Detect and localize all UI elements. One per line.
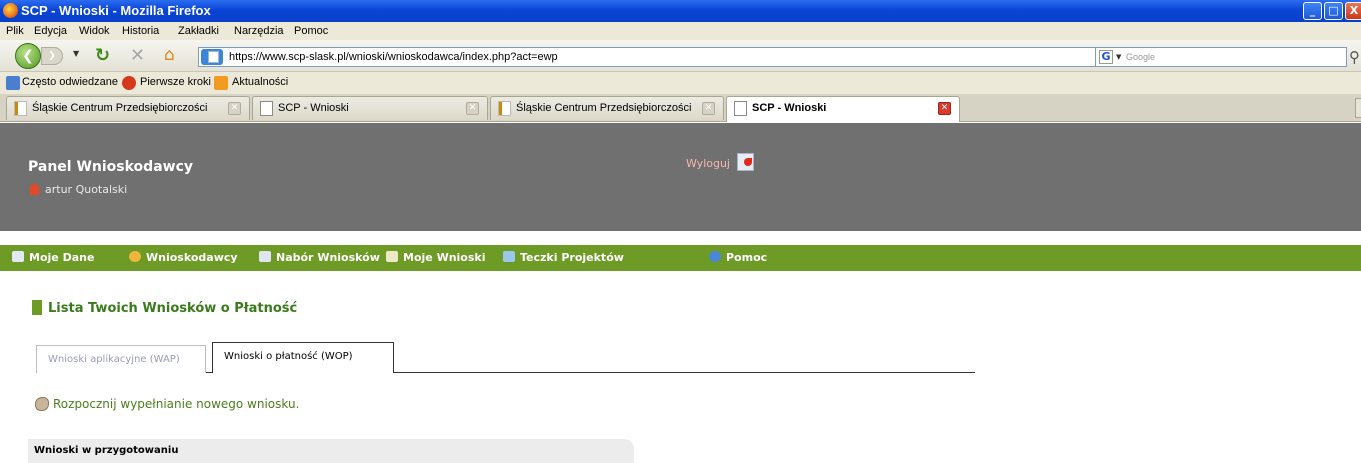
history-dropdown-icon[interactable]: ▼ (73, 49, 79, 58)
tab-scroll-edge (1355, 98, 1361, 118)
minimize-button[interactable]: _ (1303, 2, 1322, 20)
window-title: SCP - Wnioski - Mozilla Firefox (21, 3, 211, 18)
window-title-bar: SCP - Wnioski - Mozilla Firefox _ □ X (0, 0, 1361, 22)
menu-pomoc[interactable]: Pomoc (294, 25, 328, 37)
page-title: Panel Wnioskodawcy (28, 159, 194, 175)
user-name: artur Quotalski (45, 183, 128, 196)
bookmark-news[interactable]: Aktualności (232, 76, 288, 88)
menu-narzedzia[interactable]: Narzędzia (234, 25, 284, 37)
tab-scp-wnioski-active[interactable]: SCP - Wnioski ✕ (726, 96, 960, 122)
menu-widok[interactable]: Widok (79, 25, 110, 37)
edit-document-icon (386, 251, 398, 262)
nav-my-applications[interactable]: Moje Wnioski (386, 251, 486, 264)
tab-label: SCP - Wnioski (752, 102, 827, 114)
search-magnifier-icon[interactable]: ⚲ (1349, 48, 1360, 66)
menu-historia[interactable]: Historia (122, 25, 159, 37)
reload-icon[interactable]: ↻ (95, 45, 110, 66)
site-identity-icon[interactable] (201, 49, 223, 65)
menu-plik[interactable]: Plik (6, 25, 24, 37)
menu-edycja[interactable]: Edycja (34, 25, 67, 37)
tab-close-icon[interactable]: ✕ (702, 102, 715, 115)
url-text[interactable]: https://www.scp-slask.pl/wnioski/wniosko… (229, 51, 558, 63)
menu-zakladki[interactable]: Zakładki (178, 25, 219, 37)
tab-label: SCP - Wnioski (278, 102, 349, 114)
in-preparation-label: Wnioski w przygotowaniu (34, 445, 179, 456)
nav-call-for-applications[interactable]: Nabór Wniosków (259, 251, 380, 264)
tab-scp-centrum-2[interactable]: Śląskie Centrum Przedsiębiorczości ✕ (490, 96, 724, 120)
app-header: Panel Wnioskodawcy artur Quotalski Wylog… (0, 123, 1361, 231)
firefox-icon (3, 3, 18, 18)
tab-label: Śląskie Centrum Przedsiębiorczości (32, 102, 208, 114)
tab-label: Śląskie Centrum Przedsiębiorczości (516, 102, 692, 114)
search-input[interactable]: Google (1126, 52, 1155, 62)
user-info: artur Quotalski (28, 183, 127, 196)
in-preparation-header: Wnioski w przygotowaniu (28, 439, 634, 463)
folder-icon (503, 251, 515, 262)
bookmark-most-visited[interactable]: Często odwiedzane (22, 76, 118, 88)
tab-close-icon[interactable]: ✕ (938, 102, 951, 115)
search-bar[interactable]: G ▼ Google (1095, 47, 1347, 67)
form-icon (259, 251, 271, 262)
tab-favicon (734, 101, 747, 116)
forward-arrow-icon[interactable]: ❯ (41, 47, 63, 65)
google-engine-icon[interactable]: G (1099, 50, 1113, 64)
tab-scp-wnioski-1[interactable]: SCP - Wnioski ✕ (252, 96, 488, 120)
new-application-link[interactable]: Rozpocznij wypełnianie nowego wniosku. (35, 397, 299, 411)
navigation-toolbar: ❮ ❯ ▼ ↻ ✕ ⌂ https://www.scp-slask.pl/wni… (0, 40, 1361, 72)
logout-link[interactable]: Wyloguj (686, 157, 730, 170)
menu-bar: Plik Edycja Widok Historia Zakładki Narz… (0, 22, 1361, 40)
tab-wop[interactable]: Wnioski o płatność (WOP) (212, 342, 394, 373)
users-icon (129, 251, 141, 262)
nav-project-folders[interactable]: Teczki Projektów (503, 251, 624, 264)
nav-help[interactable]: Pomoc (709, 251, 767, 264)
help-icon (709, 251, 721, 262)
tab-wap[interactable]: Wnioski aplikacyjne (WAP) (36, 345, 206, 373)
tab-favicon (260, 101, 273, 116)
tab-scp-centrum-1[interactable]: Śląskie Centrum Przedsiębiorczości ✕ (6, 96, 250, 120)
engine-dropdown-icon[interactable]: ▼ (1116, 53, 1121, 61)
tab-close-icon[interactable]: ✕ (466, 102, 479, 115)
tab-strip: Śląskie Centrum Przedsiębiorczości ✕ SCP… (0, 94, 1361, 122)
stop-icon[interactable]: ✕ (130, 45, 145, 66)
home-icon[interactable]: ⌂ (164, 45, 175, 65)
section-marker (32, 300, 42, 315)
new-application-icon (35, 397, 49, 411)
nav-applicants[interactable]: Wnioskodawcy (129, 251, 238, 264)
logout-icon[interactable] (737, 153, 754, 171)
maximize-button[interactable]: □ (1324, 2, 1343, 20)
nav-my-data[interactable]: Moje Dane (12, 251, 94, 264)
firefox-start-icon (122, 76, 136, 90)
tab-close-icon[interactable]: ✕ (228, 102, 241, 115)
bookmark-getting-started[interactable]: Pierwsze kroki (140, 76, 211, 88)
id-card-icon (12, 251, 24, 262)
back-arrow-icon[interactable]: ❮ (15, 43, 41, 69)
home-icon[interactable] (28, 183, 41, 195)
rss-feed-icon (214, 76, 228, 90)
tab-favicon (14, 101, 27, 116)
section-title: Lista Twoich Wniosków o Płatność (32, 300, 297, 316)
main-nav: Moje Dane Wnioskodawcy Nabór Wniosków Mo… (0, 245, 1361, 271)
tab-favicon (498, 101, 511, 116)
most-visited-icon (6, 76, 20, 90)
close-window-button[interactable]: X (1345, 2, 1361, 20)
application-type-tabs: Wnioski aplikacyjne (WAP) Wnioski o płat… (36, 341, 975, 373)
